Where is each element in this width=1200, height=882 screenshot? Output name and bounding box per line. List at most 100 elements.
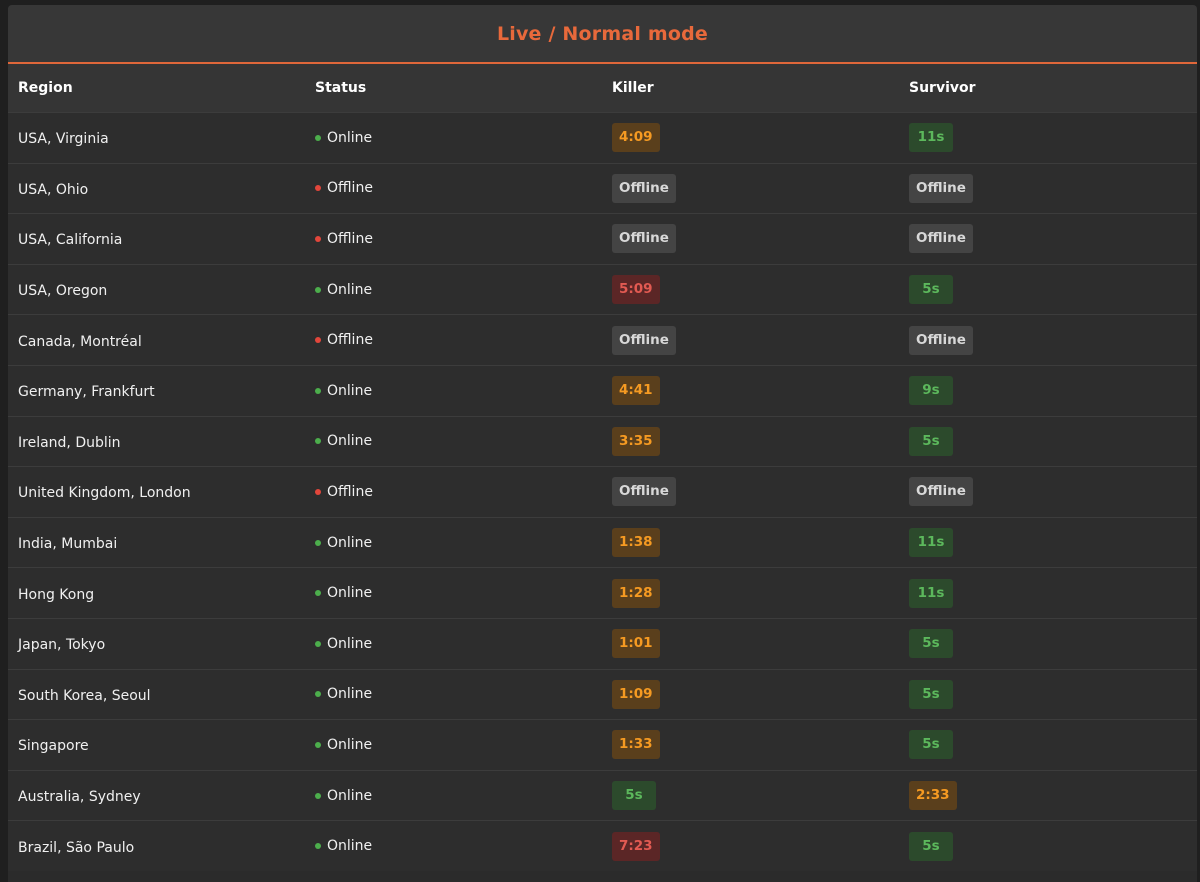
killer-cell: 5s [602,781,899,811]
table-row: India, Mumbai Online 1:38 11s [8,516,1197,568]
status-indicator: Online [315,383,602,399]
region-name: Brazil, São Paulo [18,839,135,856]
region-cell: USA, Oregon [8,280,305,299]
online-dot-icon [315,286,321,293]
region-cell: South Korea, Seoul [8,685,305,704]
status-indicator: Online [315,686,602,702]
status-cell: Online [305,383,602,399]
region-name: Ireland, Dublin [18,434,121,451]
survivor-cell: 5s [899,679,1197,709]
killer-cell: 1:28 [602,578,899,608]
survivor-cell: 5s [899,275,1197,305]
region-name: South Korea, Seoul [18,687,151,704]
survivor-cell: 11s [899,528,1197,558]
online-dot-icon [315,539,321,546]
status-indicator: Online [315,737,602,753]
region-name: Singapore [18,738,89,755]
status-cell: Online [305,282,602,298]
table-row: United Kingdom, London Offline Offline Offl… [8,466,1197,517]
survivor-queue-badge: 2:33 [909,781,957,811]
survivor-queue-badge: 5s [909,730,953,760]
status-indicator: Offline [315,180,602,196]
survivor-cell: Offline [899,325,1197,355]
region-name: Canada, Montréal [18,333,142,350]
status-cell: Online [305,585,602,601]
killer-queue-badge: Offline [612,477,676,507]
killer-queue-badge: 7:23 [612,831,660,861]
survivor-cell: Offline [899,224,1197,254]
table-row: Japan, Tokyo Online 1:01 5s [8,617,1197,669]
table-row: Canada, Montréal Offline Offline Offline [8,314,1197,365]
table-row: USA, Virginia Online 4:09 11s [8,112,1197,163]
status-text: Online [327,838,373,855]
survivor-queue-badge: 11s [909,578,953,608]
killer-cell: 1:01 [602,629,899,659]
survivor-cell: 5s [899,831,1197,861]
table-header: Region Status Killer Survivor [8,64,1197,112]
killer-queue-badge: 4:41 [612,376,660,406]
status-text: Offline [327,180,373,197]
region-name: USA, Ohio [18,181,89,198]
online-dot-icon [315,590,321,597]
status-text: Offline [327,230,373,247]
online-dot-icon [315,134,321,141]
killer-queue-badge: 1:33 [612,730,660,760]
killer-cell: 7:23 [602,831,899,861]
table-row: Brazil, São Paulo Online 7:23 5s [8,820,1197,871]
survivor-cell: 5s [899,629,1197,659]
region-cell: United Kingdom, London [8,482,305,501]
region-name: USA, Virginia [18,131,109,148]
status-text: Online [327,129,373,146]
killer-cell: Offline [602,325,899,355]
status-indicator: Online [315,282,602,298]
survivor-cell: 9s [899,376,1197,406]
status-text: Online [327,281,373,298]
region-cell: Brazil, São Paulo [8,837,305,856]
region-cell: Ireland, Dublin [8,432,305,451]
survivor-cell: 11s [899,123,1197,153]
online-dot-icon [315,691,321,698]
survivor-queue-badge: 11s [909,528,953,558]
table-row: Australia, Sydney Online 5s 2:33 [8,769,1197,821]
region-cell: USA, California [8,229,305,248]
killer-cell: Offline [602,224,899,254]
survivor-queue-badge: 5s [909,275,953,305]
region-name: USA, California [18,232,123,249]
survivor-queue-badge: 9s [909,376,953,406]
region-name: India, Mumbai [18,536,118,553]
killer-queue-badge: 5:09 [612,275,660,305]
online-dot-icon [315,438,321,445]
region-cell: Canada, Montréal [8,331,305,350]
region-name: USA, Oregon [18,283,108,300]
killer-queue-badge: 5s [612,781,656,811]
status-indicator: Online [315,535,602,551]
status-indicator: Offline [315,231,602,247]
killer-cell: 5:09 [602,275,899,305]
table-row: Germany, Frankfurt Online 4:41 9s [8,364,1197,416]
survivor-cell: 5s [899,426,1197,456]
killer-queue-badge: 1:38 [612,528,660,558]
status-cell: Offline [305,231,602,247]
online-dot-icon [315,792,321,799]
status-text: Online [327,585,373,602]
status-text: Online [327,433,373,450]
status-text: Online [327,736,373,753]
table-body: USA, Virginia Online 4:09 11s USA, Ohio Offli… [8,112,1197,871]
online-dot-icon [315,843,321,850]
table-row: USA, Oregon Online 5:09 5s [8,263,1197,315]
status-text: Online [327,534,373,551]
killer-queue-badge: 1:28 [612,578,660,608]
table-row: USA, California Offline Offline Offline [8,213,1197,264]
online-dot-icon [315,387,321,394]
region-cell: Germany, Frankfurt [8,381,305,400]
status-indicator: Online [315,585,602,601]
killer-cell: 1:33 [602,730,899,760]
status-text: Online [327,382,373,399]
table-row: USA, Ohio Offline Offline Offline [8,162,1197,214]
region-cell: Singapore [8,735,305,754]
region-cell: Japan, Tokyo [8,634,305,653]
table-row: Hong Kong Online 1:28 11s [8,567,1197,618]
online-dot-icon [315,640,321,647]
survivor-queue-badge: Offline [909,224,973,254]
status-cell: Online [305,433,602,449]
